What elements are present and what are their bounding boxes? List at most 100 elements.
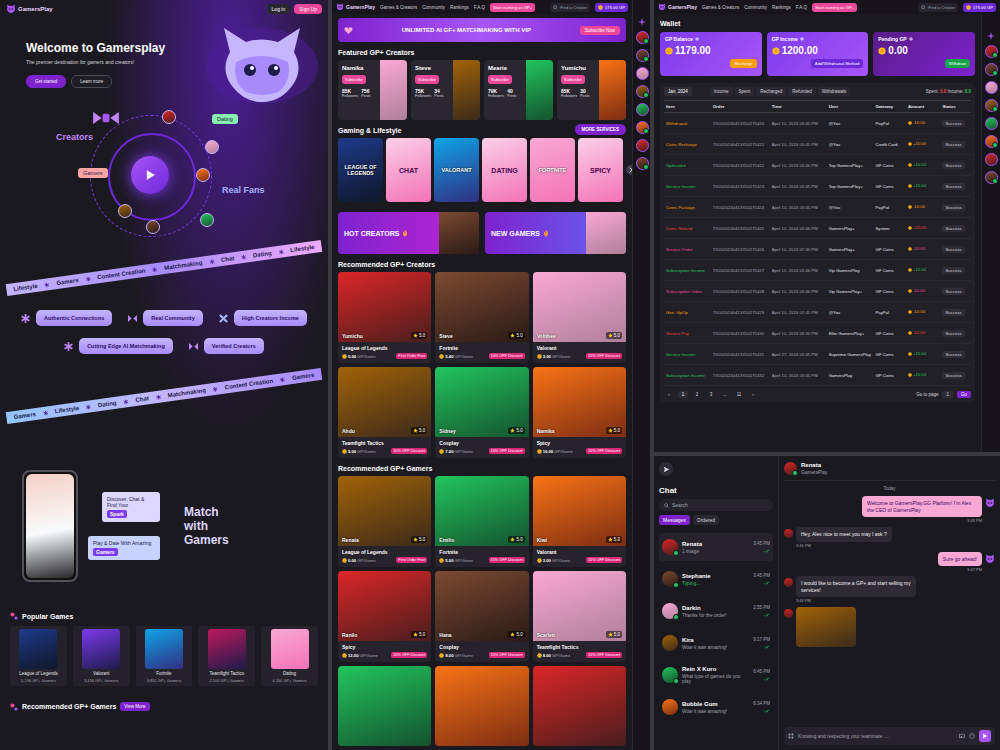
subscribe-button[interactable]: Subscribe <box>342 75 366 84</box>
gamer-card[interactable]: Hana 5.0 Cosplay 9.00GP/Game 10% OFF Dis… <box>435 571 528 662</box>
sparkle-icon[interactable] <box>987 32 995 40</box>
sidebar-avatar[interactable] <box>985 153 998 166</box>
sidebar-avatar[interactable] <box>636 121 649 134</box>
sidebar-avatar[interactable] <box>985 171 998 184</box>
subscribe-button[interactable]: Subscribe <box>561 75 585 84</box>
subscribe-button[interactable]: Subscribe <box>488 75 512 84</box>
table-row[interactable]: GpIncomeTX0020240413X50275422April 10, 2… <box>664 155 971 176</box>
table-row[interactable]: Service IncomeTX0020240413X50275431April… <box>664 344 971 365</box>
balance-badge[interactable]: 175.00 GP <box>595 3 628 12</box>
nav-link[interactable]: Games & Creators <box>380 5 417 10</box>
creator-card[interactable]: Ahdu 5.0 Teamfight Tactics 5.00GP/Game 1… <box>338 367 431 458</box>
table-row[interactable]: Service OrderTX0020240413X50275426April … <box>664 239 971 260</box>
next-page-button[interactable]: › <box>748 391 758 398</box>
sidebar-avatar[interactable] <box>985 45 998 58</box>
sparkle-icon[interactable] <box>638 18 646 26</box>
collapse-button[interactable] <box>659 462 673 476</box>
image-icon[interactable] <box>959 733 965 739</box>
nav-link[interactable]: Rankings <box>450 5 469 10</box>
login-button[interactable]: Log in <box>267 4 291 14</box>
conversation-item[interactable]: Renata 1 image 3:45 PM <box>659 533 773 561</box>
hero-button[interactable]: Learn more <box>71 75 112 88</box>
sidebar-avatar[interactable] <box>636 157 649 170</box>
gamer-card[interactable]: Emilio 5.0 Fortnite 5.00GP/Game 10% OFF … <box>435 476 528 567</box>
image-attachment[interactable] <box>796 607 856 647</box>
creator-card[interactable]: Yumichu 5.0 League of Legends 0.00GP/Gam… <box>338 272 431 363</box>
table-row[interactable]: Subscription IncomeTX0020240413X50275432… <box>664 365 971 386</box>
subscribe-now-button[interactable]: Subscribe Now <box>580 26 620 35</box>
sidebar-avatar[interactable] <box>985 81 998 94</box>
featured-creator-card[interactable]: Yumichu Subscribe 85KFollowers 30Posts <box>557 60 626 120</box>
earn-button[interactable]: Start earning as GP+ <box>812 3 857 12</box>
gamer-card[interactable]: Renata 5.0 League of Legends 0.00GP/Game… <box>338 476 431 567</box>
category-tile[interactable]: VALORANT <box>434 138 479 202</box>
page-button[interactable]: 1 <box>678 391 688 398</box>
creator-card[interactable]: Namika 5.0 Spicy 10.00GP/Game 10% OFF Di… <box>533 367 626 458</box>
sidebar-avatar[interactable] <box>636 67 649 80</box>
table-row[interactable]: Coins RechargeTX0020240413X50275421April… <box>664 134 971 155</box>
game-card[interactable]: Valorant 3,436 GP+ Gamers <box>73 626 130 686</box>
nav-link[interactable]: Community <box>422 5 445 10</box>
more-services-button[interactable]: MORE SERVICES <box>575 124 626 135</box>
hero-button[interactable]: Get started <box>26 75 66 88</box>
table-row[interactable]: Service IncomeTX0020240413X50275423April… <box>664 176 971 197</box>
category-tile[interactable]: FORTNITE <box>530 138 575 202</box>
gamer-card[interactable] <box>338 666 431 746</box>
view-more-badge[interactable]: View More <box>120 702 149 711</box>
filter-tab[interactable]: Recharged <box>756 87 786 96</box>
table-row[interactable]: Service PayTX0020240413X50275430April 10… <box>664 323 971 344</box>
play-button[interactable] <box>131 156 169 194</box>
sidebar-avatar[interactable] <box>985 135 998 148</box>
game-card[interactable]: Teamfight Tactics 2,100 GP+ Gamers <box>198 626 255 686</box>
filter-tab[interactable]: Spent <box>735 87 755 96</box>
featured-creator-card[interactable]: Namika Subscribe 85KFollowers 756Posts <box>338 60 407 120</box>
creator-card[interactable]: Steve 5.0 Fortnite 5.40GP/Game 10% OFF D… <box>435 272 528 363</box>
card-button[interactable]: Recharge <box>730 59 756 68</box>
gamer-card[interactable] <box>533 666 626 746</box>
promo-banner[interactable]: NEW GAMERS <box>485 212 626 254</box>
table-row[interactable]: Gen. GpOpTX0020240413X50275429April 10, … <box>664 302 971 323</box>
featured-creator-card[interactable]: Mearie Subscribe 79KFollowers 40Posts <box>484 60 553 120</box>
nav-link[interactable]: F.A.Q <box>474 5 485 10</box>
sidebar-avatar[interactable] <box>636 103 649 116</box>
table-row[interactable]: Coins PackageTX0020240413X50275424April … <box>664 197 971 218</box>
brand[interactable]: GamersPlay <box>336 3 375 11</box>
creator-card[interactable]: Sidney 5.0 Cosplay 7.00GP/Game 10% OFF D… <box>435 367 528 458</box>
game-card[interactable]: League of Legends 5,196 GP+ Gamers <box>10 626 67 686</box>
conversation-item[interactable]: Stephanie Typing... 3:45 PM <box>659 565 773 593</box>
sidebar-avatar[interactable] <box>985 99 998 112</box>
nav-link[interactable]: Community <box>744 5 767 10</box>
brand[interactable]: GamersPlay <box>6 4 53 14</box>
sidebar-avatar[interactable] <box>985 117 998 130</box>
gamer-card[interactable] <box>435 666 528 746</box>
page-button[interactable]: 11 <box>734 391 744 398</box>
featured-creator-card[interactable]: Steve Subscribe 75KFollowers 34Posts <box>411 60 480 120</box>
category-tile[interactable]: SPICY <box>578 138 623 202</box>
gamer-card[interactable]: Kiwi 5.0 Valorant 3.00GP/Game 10% OFF Di… <box>533 476 626 567</box>
creator-card[interactable]: Voltibee 5.0 Valorant 3.00GP/Game 10% OF… <box>533 272 626 363</box>
gamer-card[interactable]: Ranilo 5.0 Spicy 12.00GP/Game 20% OFF Di… <box>338 571 431 662</box>
nav-link[interactable]: Games & Creators <box>702 5 739 10</box>
category-tile[interactable]: LEAGUE OF LEGENDS <box>338 138 383 202</box>
prev-page-button[interactable]: ‹ <box>664 391 674 398</box>
page-button[interactable]: ... <box>720 391 730 398</box>
search-field[interactable]: Find a Creator <box>550 3 590 12</box>
brand[interactable]: GamersPlay <box>658 3 697 11</box>
sidebar-avatar[interactable] <box>636 85 649 98</box>
sidebar-avatar[interactable] <box>985 63 998 76</box>
category-tile[interactable]: DATING <box>482 138 527 202</box>
conversation-item[interactable]: Darkin Thanks for the order! 2:55 PM <box>659 597 773 625</box>
nav-link[interactable]: F.A.Q <box>796 5 807 10</box>
earn-button[interactable]: Start earning as GP+ <box>490 3 535 12</box>
sidebar-avatar[interactable] <box>636 49 649 62</box>
month-picker[interactable]: Jan, 2024 <box>664 87 692 96</box>
card-button[interactable]: Withdraw <box>945 59 970 68</box>
send-button[interactable] <box>979 730 991 742</box>
promo-banner[interactable]: HOT CREATORS <box>338 212 479 254</box>
chat-search[interactable]: Search <box>659 499 773 511</box>
table-row[interactable]: Subscription IncomeTX0020240413X50275427… <box>664 260 971 281</box>
gamer-card[interactable]: Scarlett 5.0 Teamfight Tactics 8.00GP/Ga… <box>533 571 626 662</box>
table-row[interactable]: Subscription OrderTX0020240413X50275428A… <box>664 281 971 302</box>
sidebar-avatar[interactable] <box>636 31 649 44</box>
page-input[interactable]: 1 <box>942 391 953 398</box>
